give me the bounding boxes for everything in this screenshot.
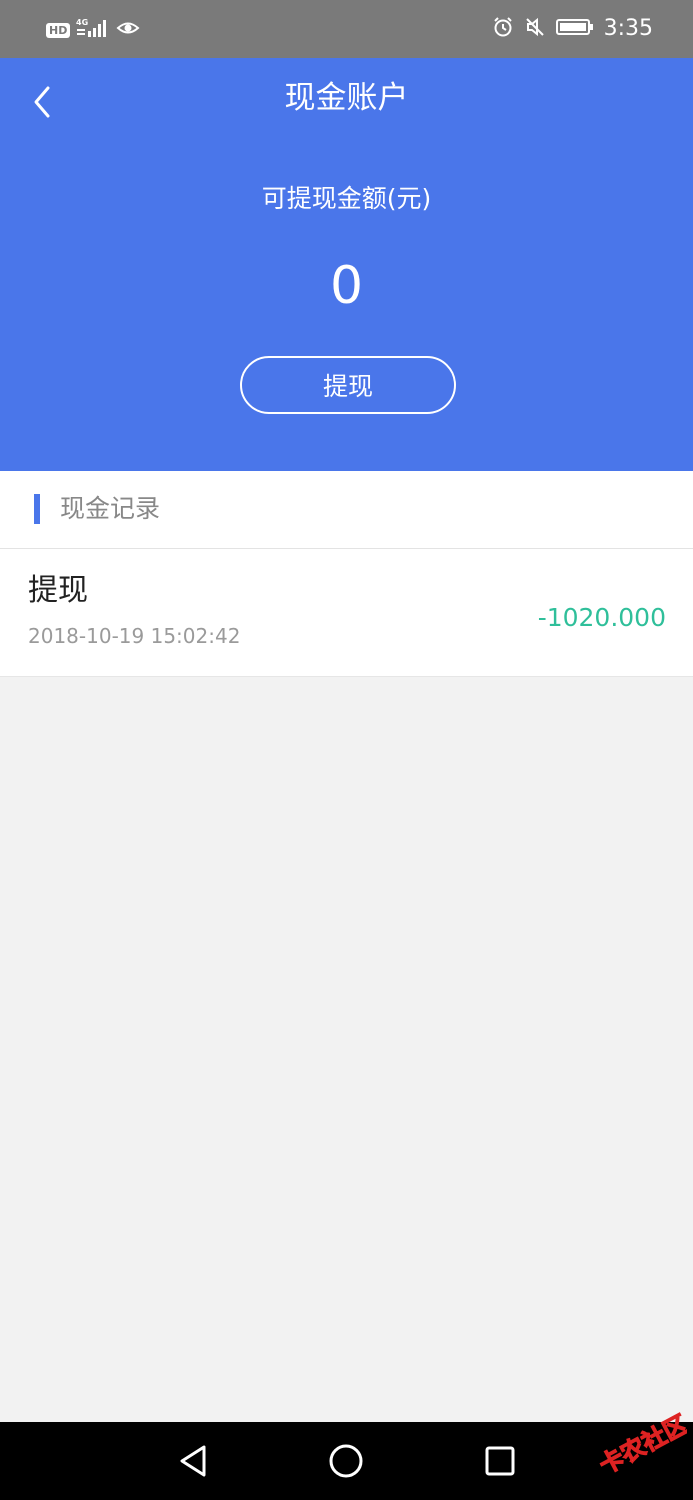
svg-text:4G: 4G	[76, 18, 88, 27]
nav-home-button[interactable]	[326, 1441, 366, 1481]
list-item[interactable]: 提现 2018-10-19 15:02:42 -1020.000	[0, 549, 693, 677]
status-bar: HD 4G 3:35	[0, 0, 693, 58]
records-section-title: 现金记录	[60, 494, 161, 523]
withdraw-button-label: 提现	[322, 372, 373, 401]
record-type: 提现	[28, 573, 88, 608]
withdrawable-amount-value: 0	[329, 256, 364, 316]
status-left: HD 4G	[46, 17, 140, 43]
records-section-header: 现金记录	[0, 471, 693, 549]
account-header: 现金账户 可提现金额(元) 0 提现	[0, 58, 693, 471]
page-title: 现金账户	[284, 80, 409, 116]
hd-icon: HD	[46, 22, 71, 38]
eye-icon	[116, 19, 140, 41]
nav-recents-button[interactable]	[480, 1441, 520, 1481]
record-amount: -1020.000	[537, 603, 666, 632]
status-right: 3:35	[492, 14, 653, 44]
watermark-logo: 卡农社区	[587, 1409, 693, 1480]
recents-square-icon	[485, 1446, 515, 1476]
signal-icon: 4G	[76, 17, 110, 43]
record-time: 2018-10-19 15:02:42	[28, 624, 241, 648]
svg-text:卡农社区: 卡农社区	[595, 1410, 687, 1480]
nav-back-button[interactable]	[174, 1441, 214, 1481]
withdraw-button[interactable]: 提现	[240, 356, 456, 414]
mute-icon	[524, 16, 546, 42]
section-accent-bar	[34, 494, 40, 524]
withdrawable-amount-label: 可提现金额(元)	[261, 184, 432, 213]
battery-icon	[555, 17, 594, 41]
home-circle-icon	[329, 1444, 363, 1478]
status-time: 3:35	[603, 16, 653, 41]
back-triangle-icon	[180, 1445, 206, 1477]
alarm-icon	[492, 16, 514, 42]
